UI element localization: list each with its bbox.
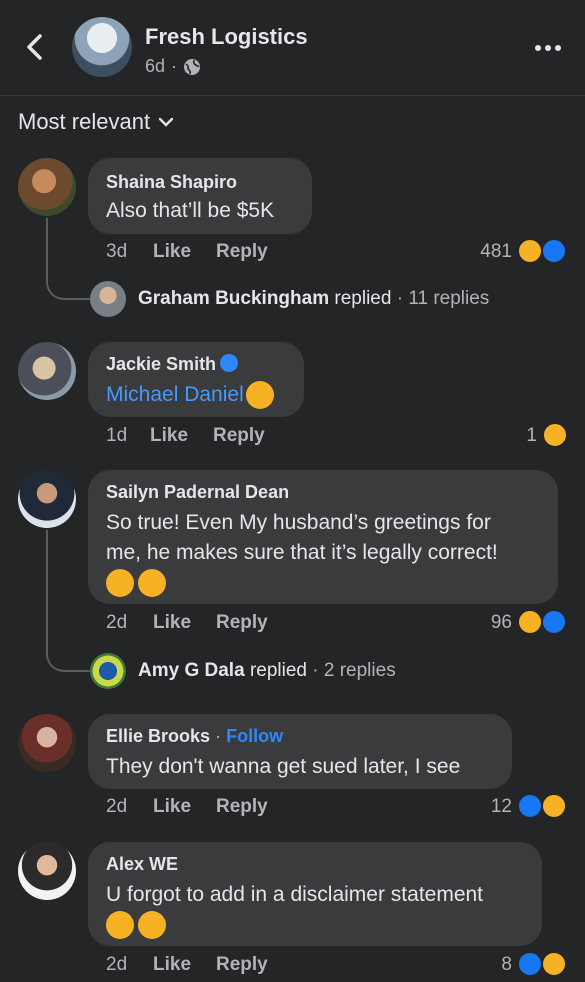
- rofl-emoji-icon: [106, 569, 134, 598]
- sort-dropdown[interactable]: Most relevant: [18, 109, 174, 135]
- comment-text: So true! Even My husband’s greetings for: [106, 511, 491, 534]
- haha-reaction-icon: [541, 951, 567, 977]
- follow-separator: ·: [215, 726, 222, 746]
- sweat-smile-emoji-icon: [138, 911, 166, 940]
- reply-count: · 11 replies: [396, 288, 490, 309]
- sort-label: Most relevant: [18, 109, 151, 134]
- meta-separator: ·: [171, 56, 178, 76]
- post-meta: 6d ·: [145, 56, 201, 77]
- chevron-left-icon[interactable]: [18, 30, 52, 64]
- post-time: 6d: [145, 56, 166, 76]
- replied-label: replied: [334, 288, 392, 309]
- sweat-smile-emoji-icon: [106, 911, 134, 940]
- like-button[interactable]: Like: [153, 612, 191, 634]
- avatar[interactable]: [18, 714, 76, 772]
- avatar[interactable]: [18, 842, 76, 900]
- verified-badge-icon: [220, 354, 239, 372]
- reaction-count[interactable]: 8: [475, 954, 512, 976]
- comment-bubble[interactable]: Alex WE U forgot to add in a disclaimer …: [88, 842, 542, 946]
- more-dots-icon[interactable]: [533, 36, 563, 60]
- comment-author[interactable]: Alex WE: [106, 854, 178, 875]
- post-header: Fresh Logistics 6d ·: [0, 0, 585, 96]
- comment-author[interactable]: Sailyn Padernal Dean: [106, 482, 289, 503]
- follow-button[interactable]: Follow: [226, 726, 283, 746]
- chevron-down-icon: [158, 117, 174, 127]
- like-reaction-icon: [541, 609, 567, 635]
- reaction-count[interactable]: 12: [475, 796, 512, 818]
- avatar[interactable]: [18, 342, 76, 400]
- reply-button[interactable]: Reply: [216, 796, 268, 818]
- like-reaction-icon: [517, 951, 543, 977]
- thread-line: [46, 530, 90, 672]
- comment-text: They don't wanna get sued later, I see: [106, 755, 461, 778]
- reply-button[interactable]: Reply: [216, 241, 268, 263]
- comment-bubble[interactable]: Ellie Brooks · Follow They don't wanna g…: [88, 714, 512, 789]
- like-button[interactable]: Like: [153, 796, 191, 818]
- comment-bubble[interactable]: Shaina Shapiro Also that’ll be $5K: [88, 158, 312, 234]
- like-reaction-icon: [517, 793, 543, 819]
- comment-author: Jackie Smith: [106, 354, 239, 375]
- page-name[interactable]: Fresh Logistics: [145, 24, 308, 50]
- author-name[interactable]: Jackie Smith: [106, 354, 216, 374]
- comment-text: me, he makes sure that it’s legally corr…: [106, 541, 498, 564]
- reply-author: Graham Buckingham: [138, 288, 330, 309]
- comment-bubble[interactable]: Jackie Smith Michael Daniel: [88, 342, 304, 417]
- avatar[interactable]: [18, 470, 76, 528]
- comment-author[interactable]: Shaina Shapiro: [106, 172, 237, 193]
- comment-time: 2d: [106, 954, 128, 975]
- haha-reaction-icon: [517, 609, 543, 635]
- view-replies-link[interactable]: Graham Buckingham replied · 11 replies: [138, 288, 489, 310]
- reaction-count[interactable]: 96: [470, 612, 512, 634]
- like-button[interactable]: Like: [153, 241, 191, 263]
- page-avatar[interactable]: [72, 17, 132, 77]
- comment-time: 2d: [106, 796, 128, 817]
- comment-author: Ellie Brooks · Follow: [106, 726, 283, 747]
- view-replies-link[interactable]: Amy G Dala replied · 2 replies: [138, 660, 396, 682]
- comment-text: Michael Daniel: [106, 380, 278, 410]
- comment-time: 2d: [106, 612, 128, 633]
- like-button[interactable]: Like: [150, 425, 188, 447]
- like-button[interactable]: Like: [153, 954, 191, 976]
- reply-author: Amy G Dala: [138, 660, 245, 681]
- comment-time: 3d: [106, 241, 128, 262]
- avatar[interactable]: [18, 158, 76, 216]
- reply-button[interactable]: Reply: [216, 954, 268, 976]
- comment-text: Also that’ll be $5K: [106, 199, 275, 222]
- comment-bubble[interactable]: Sailyn Padernal Dean So true! Even My hu…: [88, 470, 558, 604]
- comment-emojis: [106, 910, 170, 940]
- author-name[interactable]: Ellie Brooks: [106, 726, 210, 746]
- rofl-emoji-icon: [138, 569, 166, 598]
- reply-avatar[interactable]: [90, 653, 126, 689]
- thread-line: [46, 218, 90, 300]
- comment-emojis: [106, 568, 170, 598]
- haha-reaction-icon: [541, 793, 567, 819]
- reaction-count[interactable]: 481: [460, 241, 512, 263]
- comment-text: U forgot to add in a disclaimer statemen…: [106, 883, 484, 906]
- replied-label: replied: [249, 660, 307, 681]
- reply-button[interactable]: Reply: [216, 612, 268, 634]
- haha-reaction-icon: [542, 422, 568, 448]
- like-reaction-icon: [541, 238, 567, 264]
- mention-link[interactable]: Michael Daniel: [106, 383, 244, 406]
- reply-count: · 2 replies: [312, 660, 396, 681]
- reaction-count[interactable]: 1: [500, 425, 537, 447]
- reply-avatar[interactable]: [90, 281, 126, 317]
- globe-icon: [184, 58, 201, 75]
- haha-reaction-icon: [517, 238, 543, 264]
- comment-time: 1d: [106, 425, 128, 446]
- laughing-emoji-icon: [245, 381, 274, 410]
- reply-button[interactable]: Reply: [213, 425, 265, 447]
